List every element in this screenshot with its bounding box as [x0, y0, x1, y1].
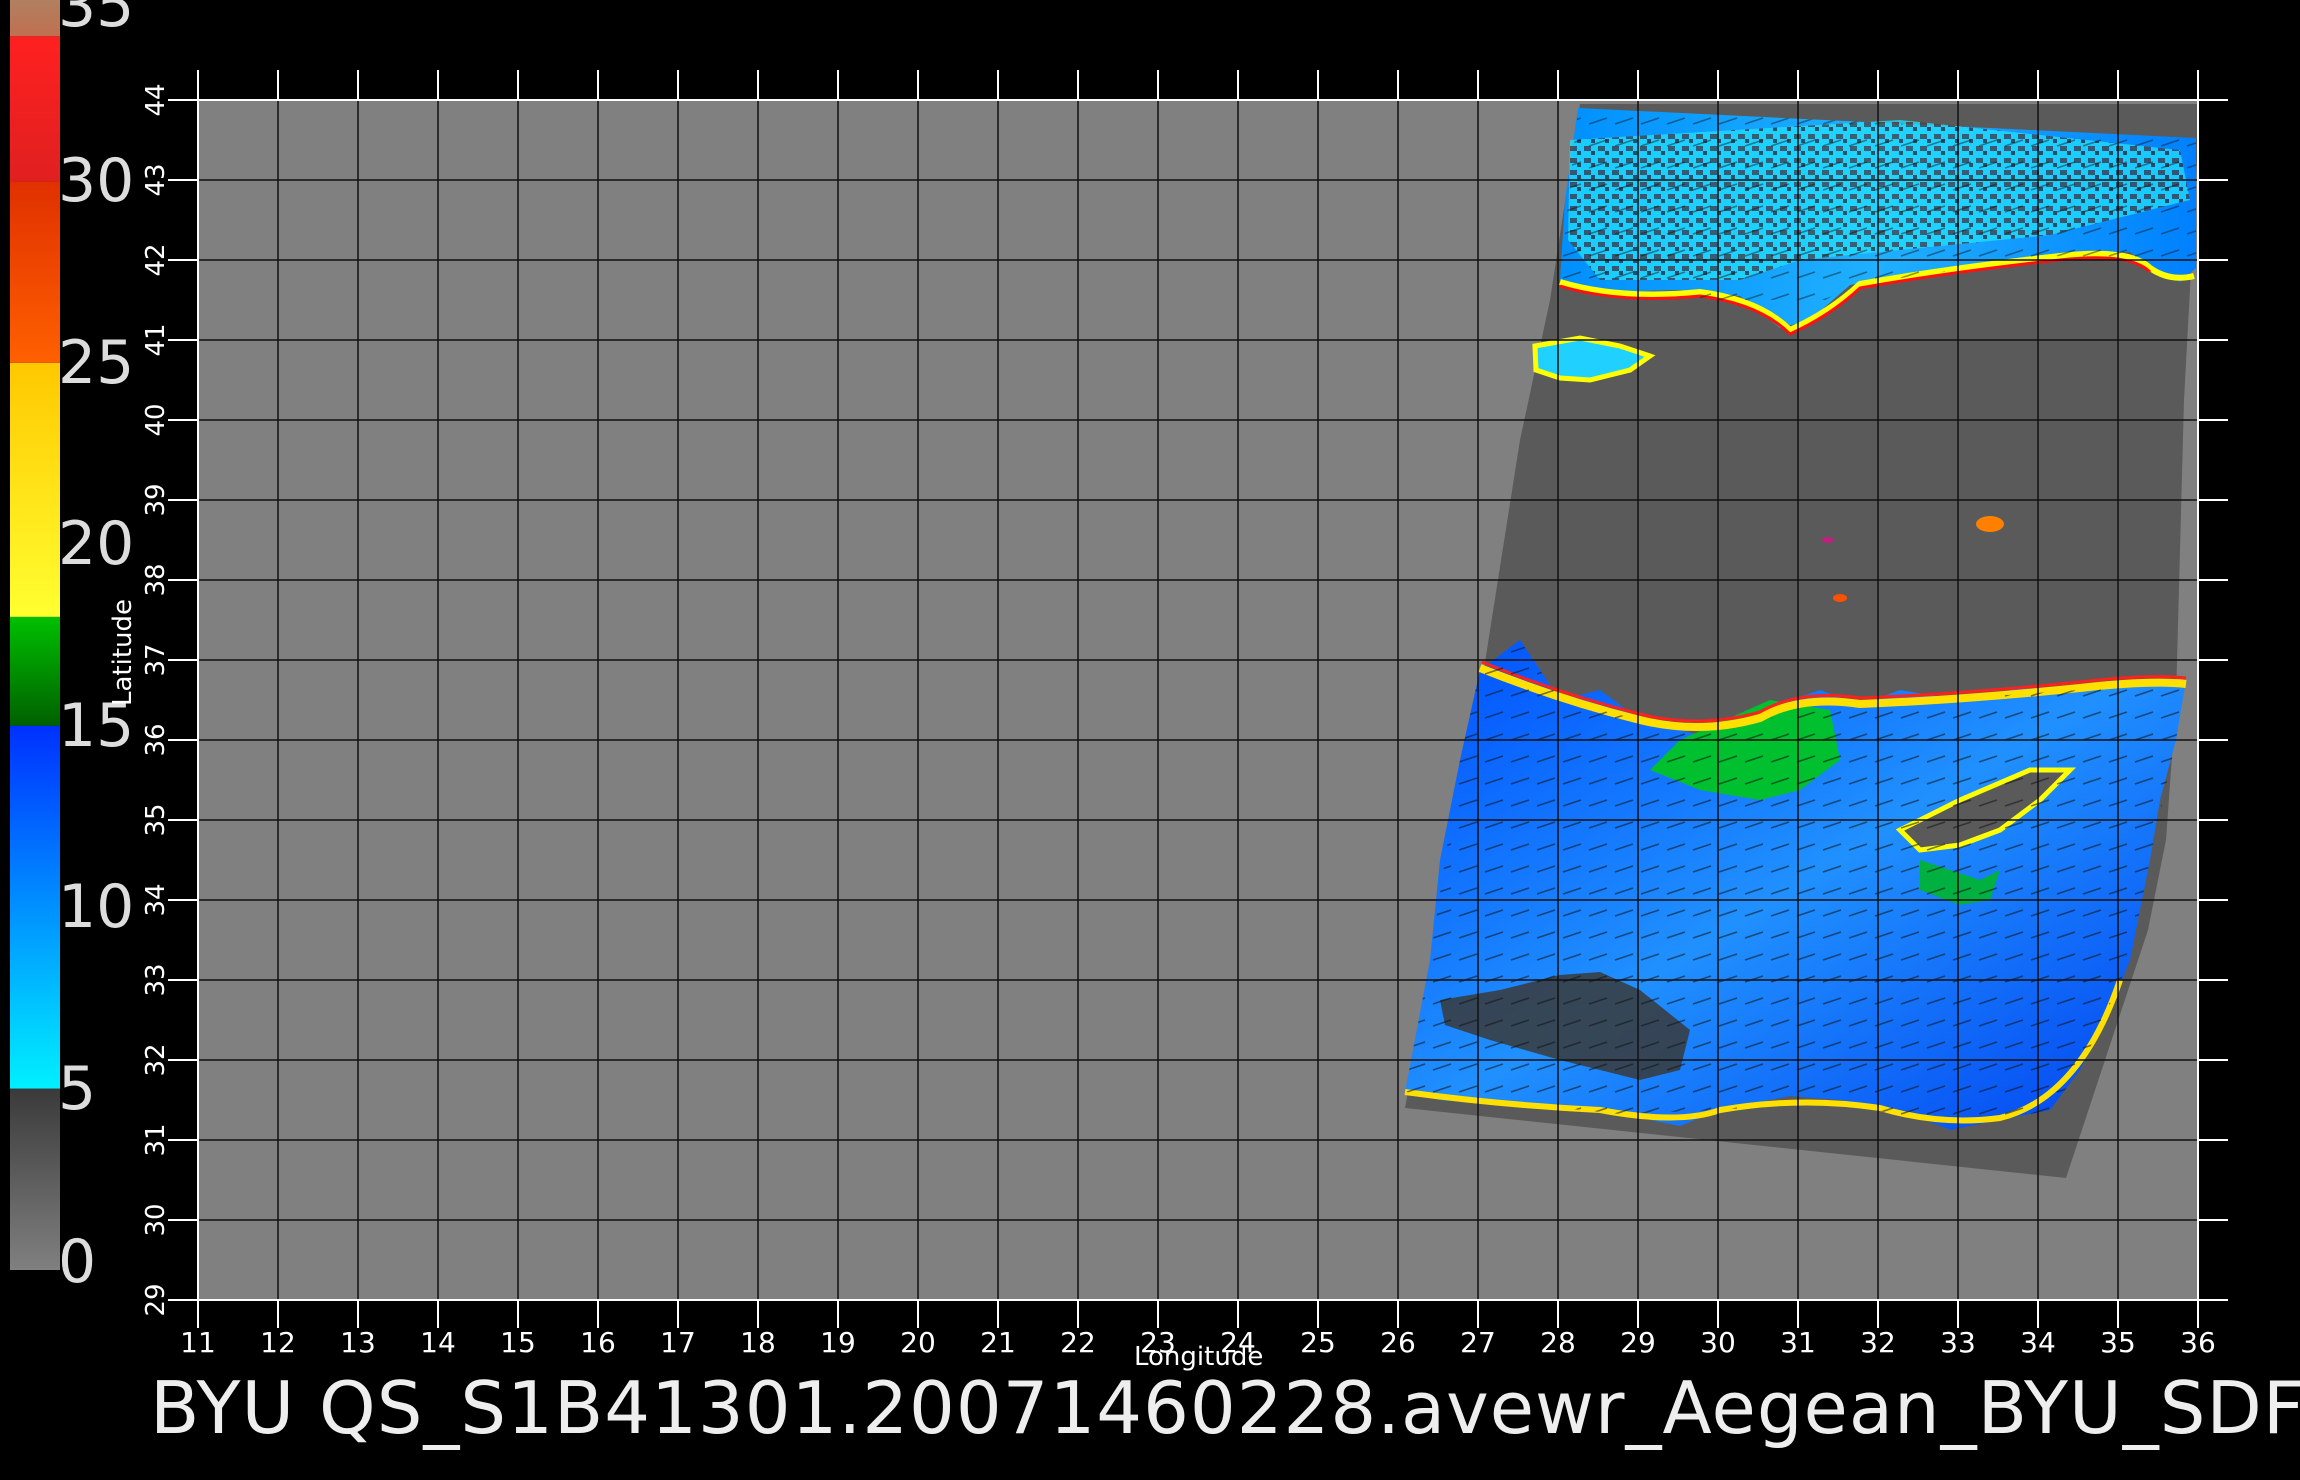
lon-tick-label: 26	[1380, 1326, 1416, 1359]
lat-tick-label: 44	[141, 83, 171, 116]
lon-tick-label: 34	[2020, 1326, 2056, 1359]
colorbar-segment	[10, 616, 60, 726]
lat-tick-label: 37	[141, 643, 171, 676]
lon-tick-label: 17	[660, 1326, 696, 1359]
wind-vectors-med	[1405, 640, 2186, 1130]
lon-tick-label: 32	[1860, 1326, 1896, 1359]
colorbar-segment	[10, 181, 60, 363]
lon-tick-label: 33	[1940, 1326, 1976, 1359]
lat-tick-label: 36	[141, 723, 171, 756]
colorbar-segment	[10, 362, 60, 617]
colorbar-segment	[10, 0, 60, 37]
lon-tick-label: 27	[1460, 1326, 1496, 1359]
colorbar-label: 30	[58, 146, 135, 217]
lon-tick-label: 29	[1620, 1326, 1656, 1359]
lat-tick-label: 39	[141, 483, 171, 516]
image-title: BYU QS_S1B41301.20071460228.avewr_Aegean…	[150, 1366, 2300, 1450]
colorbar-label: 20	[58, 509, 135, 580]
colorbar-segment	[10, 36, 60, 182]
colorbar	[10, 0, 60, 1270]
colorbar-label: 0	[58, 1227, 97, 1297]
wind-map-figure: 11 12 13 14 15 16 17 18 19 20 21 22 23 24 25 26 27 28 29 30…	[10, 0, 2228, 1359]
lake-feature	[1976, 516, 2004, 532]
lake-feature-2	[1833, 594, 1847, 602]
lat-tick-label: 42	[141, 243, 171, 276]
lon-tick-label: 35	[2100, 1326, 2136, 1359]
lon-tick-label: 22	[1060, 1326, 1096, 1359]
lon-tick-label: 20	[900, 1326, 936, 1359]
lat-tick-label: 35	[141, 803, 171, 836]
lon-tick-label: 30	[1700, 1326, 1736, 1359]
y-axis-label: Latitude	[108, 598, 138, 706]
lat-tick-label: 43	[141, 163, 171, 196]
lat-tick-label: 33	[141, 963, 171, 996]
colorbar-segment	[10, 1088, 60, 1270]
lon-tick-label: 18	[740, 1326, 776, 1359]
lat-tick-label: 38	[141, 563, 171, 596]
colorbar-label: 5	[58, 1053, 97, 1124]
lat-tick-label: 41	[141, 323, 171, 356]
lon-tick-label: 28	[1540, 1326, 1576, 1359]
lake-feature-3	[1822, 537, 1834, 543]
lon-tick-label: 21	[980, 1326, 1016, 1359]
lat-tick-label: 40	[141, 403, 171, 436]
lon-tick-label: 36	[2180, 1326, 2216, 1359]
lon-tick-label: 16	[580, 1326, 616, 1359]
colorbar-label: 25	[58, 327, 135, 398]
lat-tick-label: 30	[141, 1203, 171, 1236]
lon-tick-label: 31	[1780, 1326, 1816, 1359]
colorbar-label: 35	[58, 0, 135, 41]
lon-tick-label: 13	[340, 1326, 376, 1359]
lon-tick-label: 15	[500, 1326, 536, 1359]
lon-tick-label: 11	[180, 1326, 216, 1359]
lon-tick-label: 25	[1300, 1326, 1336, 1359]
lat-tick-label: 34	[141, 883, 171, 916]
lat-tick-label: 31	[141, 1123, 171, 1156]
lon-tick-label: 12	[260, 1326, 296, 1359]
lat-tick-label: 32	[141, 1043, 171, 1076]
lat-tick-label: 29	[141, 1283, 171, 1316]
lon-tick-label: 14	[420, 1326, 456, 1359]
colorbar-label: 10	[58, 872, 135, 943]
lon-tick-label: 19	[820, 1326, 856, 1359]
colorbar-segment	[10, 725, 60, 1089]
